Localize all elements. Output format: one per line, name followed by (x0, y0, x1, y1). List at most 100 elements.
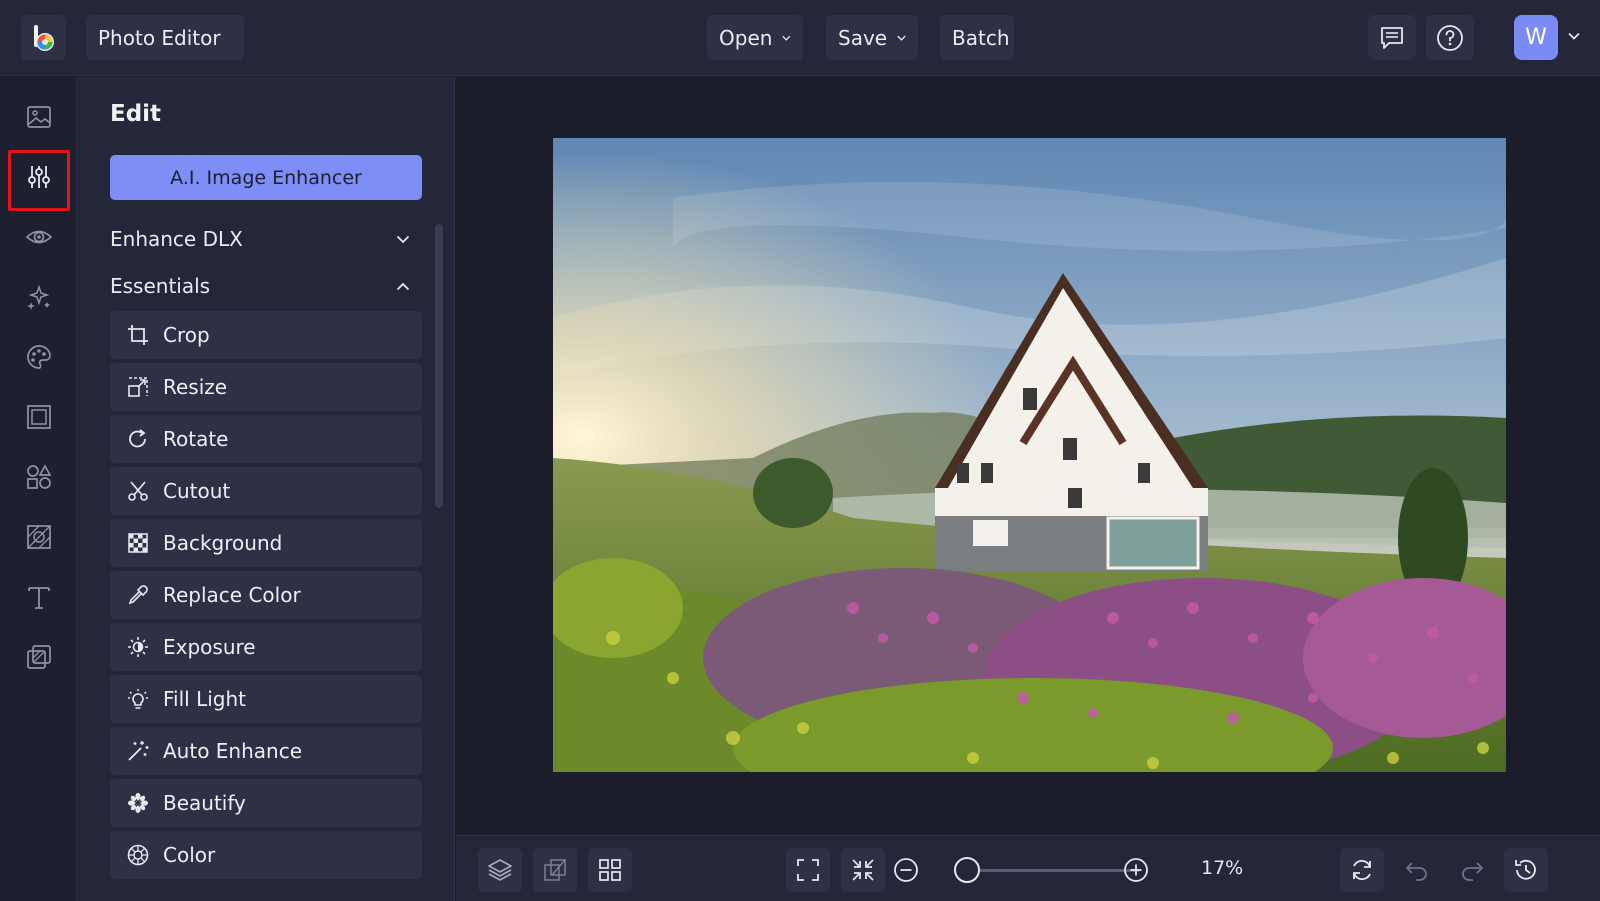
undo-icon (1405, 862, 1427, 881)
rail-text-button[interactable] (20, 578, 58, 616)
tool-label: Exposure (163, 635, 256, 659)
rail-frames-button[interactable] (20, 398, 58, 436)
zoom-in-button[interactable] (1114, 848, 1158, 892)
tool-resize[interactable]: Resize (110, 363, 422, 411)
shapes-icon (27, 464, 52, 489)
tool-label: Cutout (163, 479, 231, 503)
tool-label: Rotate (163, 427, 229, 451)
rail-touchup-button[interactable] (20, 278, 58, 316)
tool-label: Background (163, 531, 283, 555)
user-initial: W (1525, 25, 1547, 50)
left-tool-rail (0, 77, 77, 901)
undo-button[interactable] (1395, 848, 1439, 892)
rail-adjust-button[interactable] (20, 158, 58, 196)
actual-size-button[interactable] (841, 848, 885, 892)
app-logo[interactable] (21, 15, 66, 60)
chevron-down-icon (396, 235, 410, 243)
chevron-down-icon (782, 35, 791, 41)
tool-background[interactable]: Background (110, 519, 422, 567)
scissors-icon (127, 480, 149, 502)
rail-graphics-button[interactable] (20, 458, 58, 496)
tool-crop[interactable]: Crop (110, 311, 422, 359)
refresh-icon (1353, 859, 1371, 881)
photo-canvas[interactable] (553, 138, 1506, 772)
zoom-out-button[interactable] (884, 848, 928, 892)
zoom-out-icon (894, 858, 918, 882)
rail-image-button[interactable] (20, 98, 58, 136)
expand-icon (797, 859, 819, 881)
feedback-button[interactable] (1368, 15, 1416, 60)
tool-color[interactable]: Color (110, 831, 422, 879)
text-icon (28, 587, 50, 609)
tool-beautify[interactable]: Beautify (110, 779, 422, 827)
chevron-down-icon (230, 37, 232, 38)
top-bar: Photo Editor Open Save Batch W (0, 0, 1600, 76)
save-label: Save (838, 25, 888, 50)
rail-artsy-button[interactable] (20, 338, 58, 376)
tool-label: Beautify (163, 791, 246, 815)
history-icon (1515, 859, 1536, 880)
image-icon (27, 106, 51, 128)
account-chevron-icon[interactable] (1568, 32, 1580, 40)
sparkles-icon (27, 284, 50, 310)
help-button[interactable] (1426, 15, 1474, 60)
compare-button[interactable] (533, 848, 577, 892)
texture-icon (27, 525, 51, 549)
section-essentials[interactable]: Essentials (110, 274, 410, 298)
tool-auto-enhance[interactable]: Auto Enhance (110, 727, 422, 775)
tool-label: Resize (163, 375, 228, 399)
grid-icon (599, 859, 621, 881)
section-label: Enhance DLX (110, 227, 243, 251)
rail-effects-button[interactable] (20, 218, 58, 256)
tool-exposure[interactable]: Exposure (110, 623, 422, 671)
overlay-icon (27, 645, 51, 669)
eyedropper-icon (127, 584, 149, 606)
tool-cutout[interactable]: Cutout (110, 467, 422, 515)
panel-scrollbar[interactable] (435, 224, 443, 508)
magic-wand-icon (127, 740, 149, 762)
chevron-up-icon (396, 282, 410, 290)
section-enhance-dlx[interactable]: Enhance DLX (110, 227, 410, 251)
checker-icon (127, 532, 149, 554)
logo-icon (33, 24, 54, 51)
crop-icon (127, 324, 149, 346)
layers-icon (487, 859, 513, 881)
tool-label: Auto Enhance (163, 739, 303, 763)
section-label: Essentials (110, 274, 211, 298)
color-wheel-icon (127, 844, 149, 866)
tool-fill-light[interactable]: Fill Light (110, 675, 422, 723)
tool-replace-color[interactable]: Replace Color (110, 571, 422, 619)
ai-image-enhancer-button[interactable]: A.I. Image Enhancer (110, 155, 422, 200)
batch-label: Batch (952, 25, 1010, 50)
rail-overlays-button[interactable] (20, 638, 58, 676)
save-button[interactable]: Save (826, 15, 918, 60)
open-button[interactable]: Open (707, 15, 803, 60)
tool-label: Color (163, 843, 216, 867)
tool-label: Fill Light (163, 687, 246, 711)
chevron-down-icon (897, 35, 906, 41)
zoom-in-icon (1124, 858, 1148, 882)
edit-panel: Edit A.I. Image Enhancer Enhance DLX Ess… (77, 77, 455, 901)
layers-button[interactable] (478, 848, 522, 892)
redo-icon (1462, 862, 1484, 881)
reset-button[interactable] (1340, 848, 1384, 892)
tool-rotate[interactable]: Rotate (110, 415, 422, 463)
grid-button[interactable] (588, 848, 632, 892)
bottom-toolbar: 17% (456, 835, 1600, 901)
app-menu-button[interactable]: Photo Editor (86, 15, 244, 60)
history-button[interactable] (1504, 848, 1548, 892)
fit-screen-button[interactable] (786, 848, 830, 892)
batch-button[interactable]: Batch (940, 15, 1014, 60)
message-icon (1381, 26, 1403, 49)
open-label: Open (719, 25, 773, 50)
flower-icon (127, 792, 149, 814)
user-avatar[interactable]: W (1514, 15, 1558, 60)
redo-button[interactable] (1450, 848, 1494, 892)
rail-textures-button[interactable] (20, 518, 58, 556)
zoom-slider-handle[interactable] (954, 857, 980, 883)
resize-icon (127, 376, 149, 398)
frame-icon (27, 405, 51, 429)
compare-icon (544, 859, 566, 881)
tool-label: Replace Color (163, 583, 301, 607)
tool-label: Crop (163, 323, 210, 347)
